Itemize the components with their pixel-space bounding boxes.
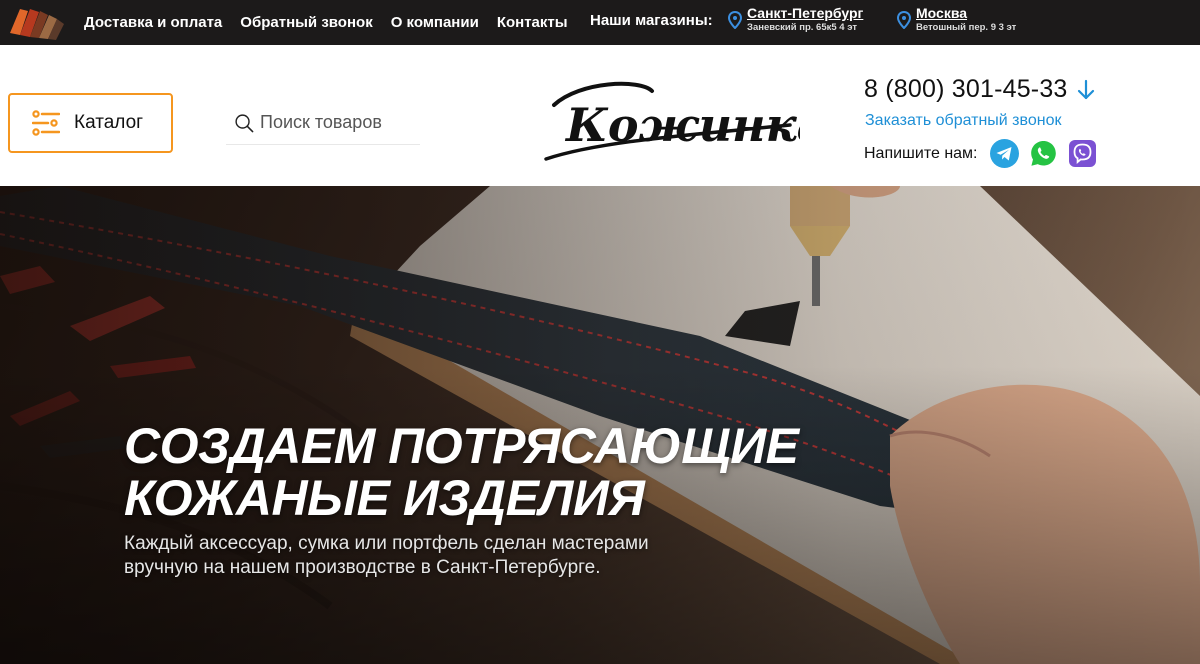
top-nav: Доставка и оплата Обратный звонок О комп… (84, 0, 568, 45)
search-icon[interactable] (234, 109, 254, 137)
write-us-label: Напишите нам: (864, 144, 978, 162)
viber-icon[interactable] (1068, 139, 1097, 168)
store-moscow[interactable]: Москва Ветошный пер. 9 3 эт (897, 6, 1016, 35)
hero-description: Каждый аксессуар, сумка или портфель сде… (124, 533, 649, 578)
store-address: Заневский пр. 65к5 4 эт (747, 22, 857, 33)
telegram-icon[interactable] (989, 139, 1019, 168)
catalog-label: Каталог (74, 112, 144, 133)
site-header: Каталог Кожинка 8 (800) 301-45-33 Заказа… (0, 45, 1200, 186)
catalog-button[interactable]: Каталог (8, 93, 173, 153)
hero-title-line: кожаные изделия (124, 470, 645, 526)
location-pin-icon (728, 11, 742, 29)
store-city[interactable]: Москва (916, 6, 1016, 21)
arrow-down-icon[interactable] (1076, 79, 1096, 101)
messengers-row: Напишите нам: (864, 139, 1097, 168)
search-input[interactable] (260, 112, 420, 133)
search-bar[interactable] (226, 101, 420, 145)
whatsapp-icon[interactable] (1029, 139, 1058, 168)
leather-swatches-logo-icon[interactable] (6, 3, 66, 41)
hero-title-line: Создаем потрясающие (124, 418, 799, 474)
nav-about-link[interactable]: О компании (391, 14, 479, 31)
stores-label: Наши магазины: (590, 12, 713, 29)
phone-text[interactable]: 8 (800) 301-45-33 (864, 75, 1068, 104)
location-pin-icon (897, 11, 911, 29)
filter-sliders-icon (32, 110, 60, 136)
hero-title: Создаем потрясающие кожаные изделия (124, 420, 884, 524)
nav-delivery-link[interactable]: Доставка и оплата (84, 14, 222, 31)
hero-banner: Создаем потрясающие кожаные изделия Кажд… (0, 186, 1200, 664)
svg-text:Кожинка: Кожинка (564, 98, 800, 152)
top-bar: Доставка и оплата Обратный звонок О комп… (0, 0, 1200, 45)
store-address: Ветошный пер. 9 3 эт (916, 22, 1017, 33)
order-callback-link[interactable]: Заказать обратный звонок (865, 112, 1061, 130)
store-spb[interactable]: Санкт-Петербург Заневский пр. 65к5 4 эт (728, 6, 863, 35)
store-city[interactable]: Санкт-Петербург (747, 6, 863, 21)
phone-number[interactable]: 8 (800) 301-45-33 (864, 75, 1096, 104)
nav-callback-link[interactable]: Обратный звонок (240, 14, 372, 31)
brand-logo[interactable]: Кожинка (540, 75, 800, 171)
nav-contacts-link[interactable]: Контакты (497, 14, 568, 31)
